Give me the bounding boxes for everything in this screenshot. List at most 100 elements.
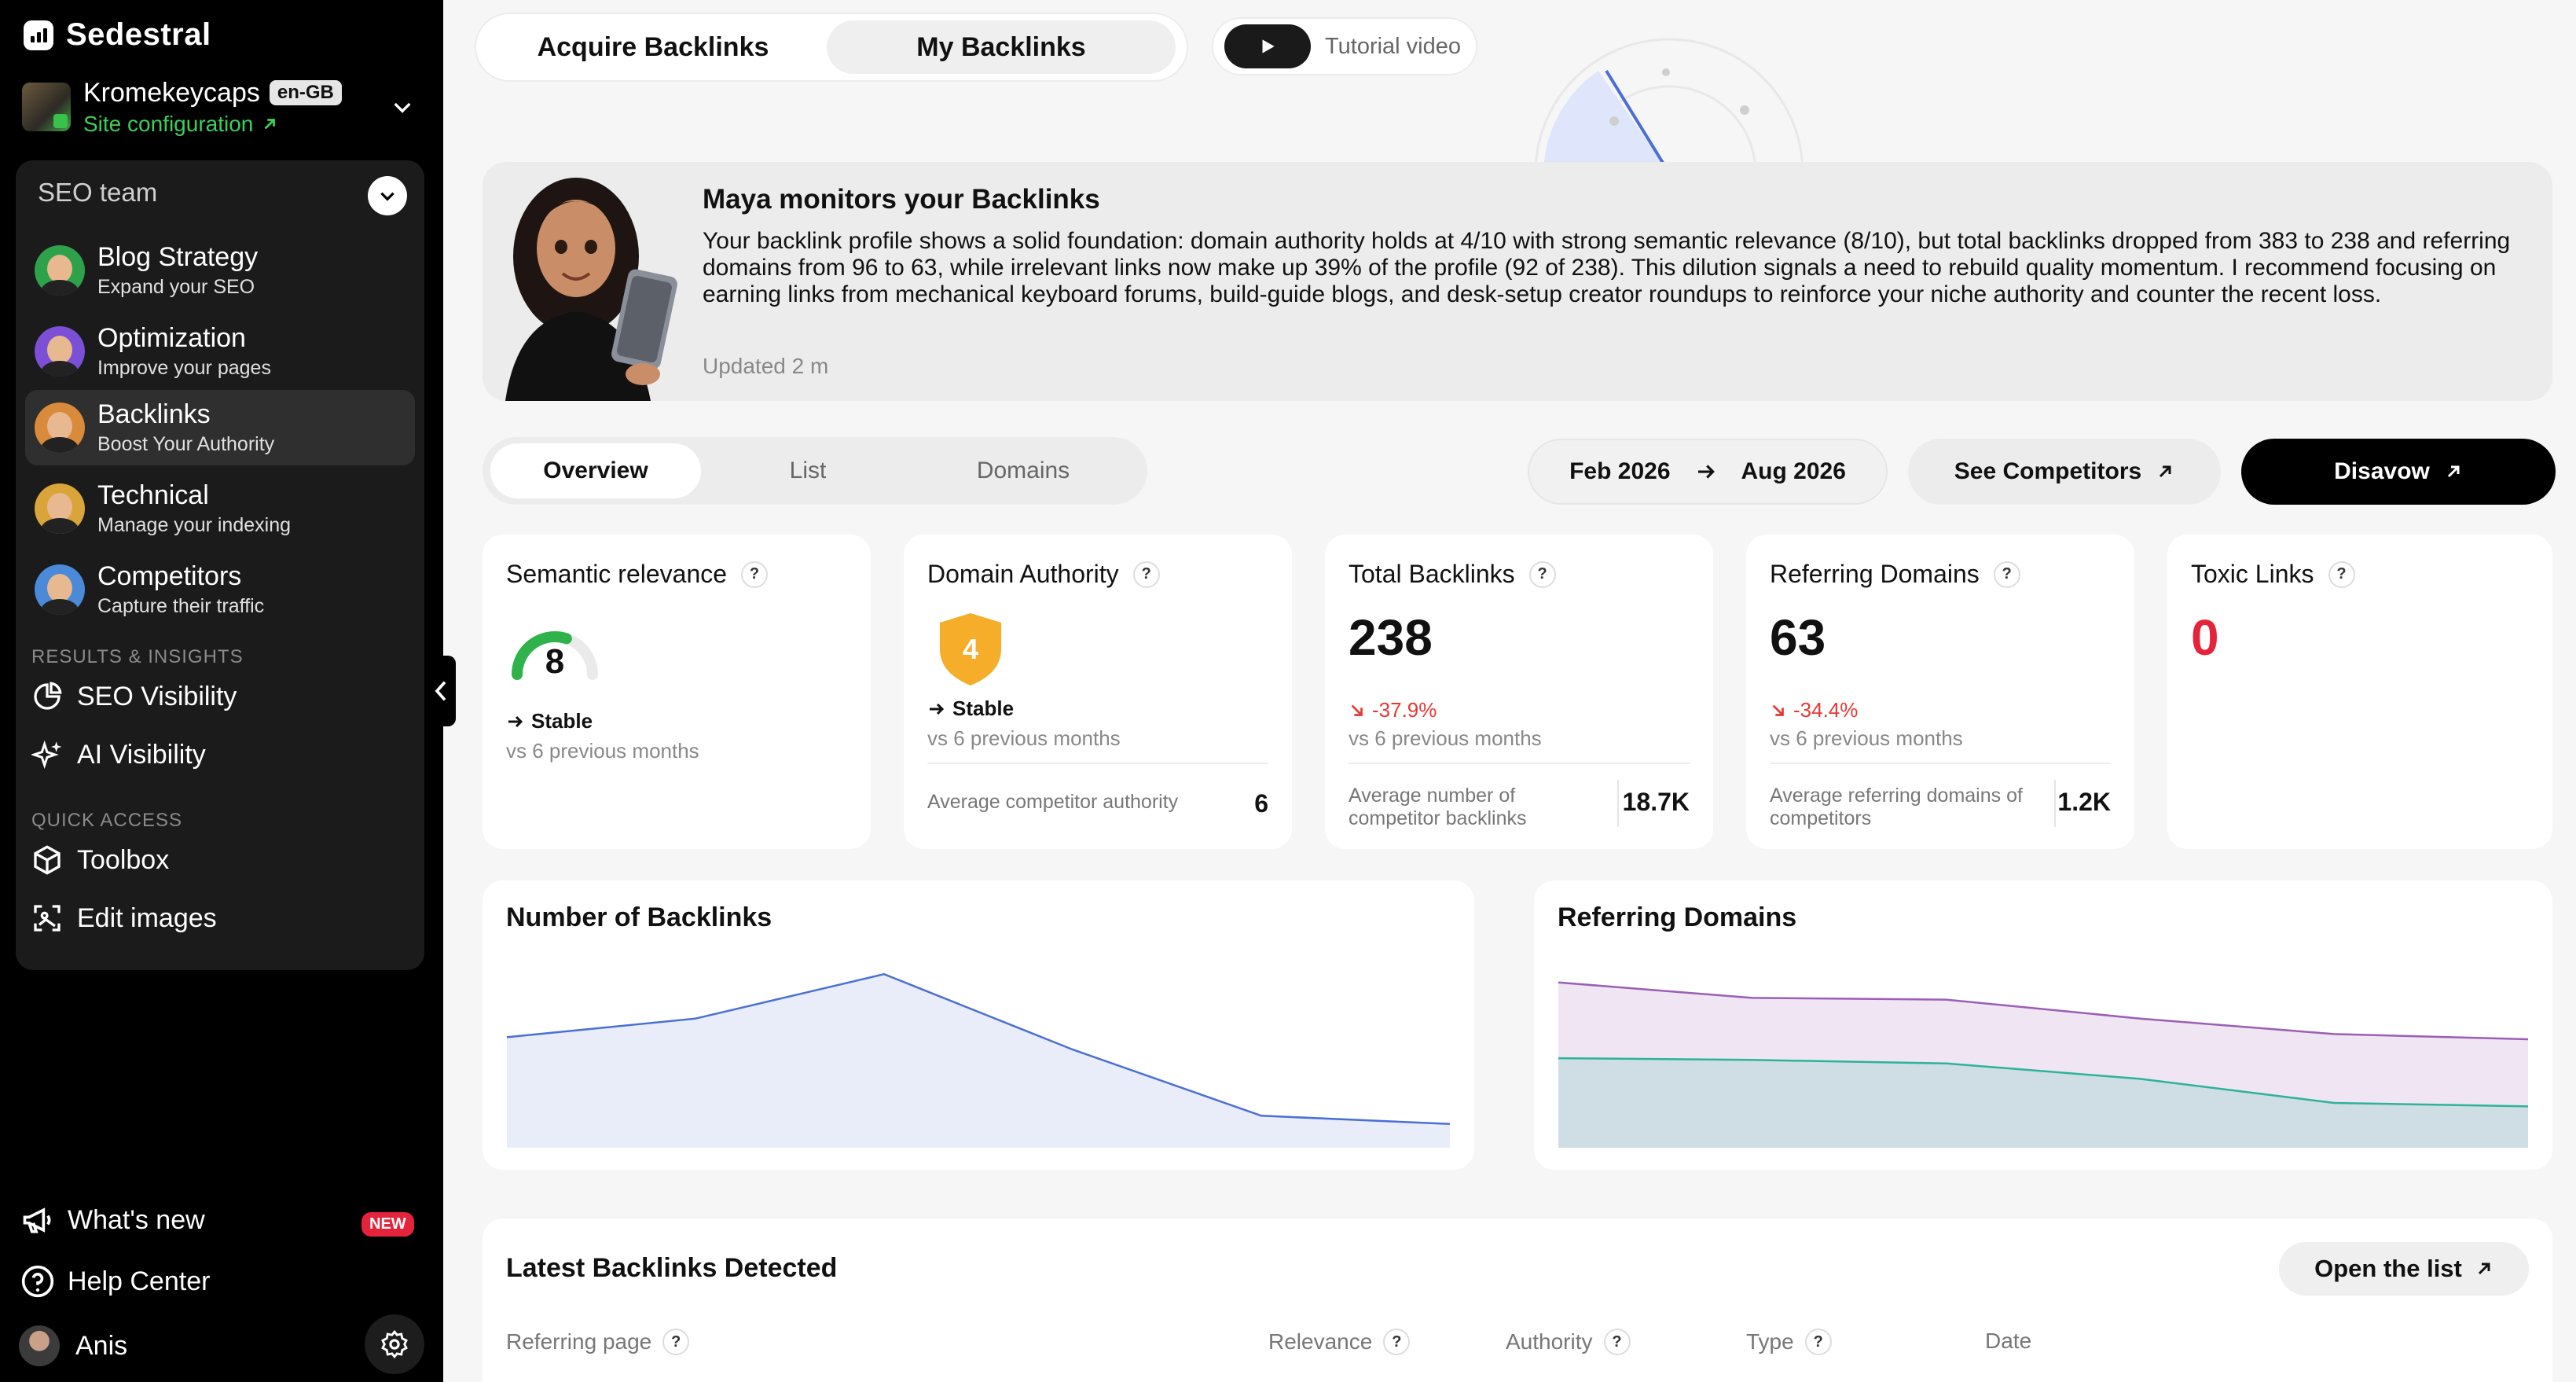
card-referring-domains: Referring Domains? 63 -34.4% vs 6 previo… [1746, 535, 2134, 849]
video-thumbnail [1224, 24, 1311, 68]
agent-avatar [35, 483, 85, 534]
tab-my-backlinks[interactable]: My Backlinks [827, 20, 1176, 74]
view-tabs: Overview List Domains [483, 437, 1147, 505]
backlinks-change: -37.9% [1349, 698, 1437, 722]
agent-backlinks[interactable]: Backlinks Boost Your Authority [25, 390, 415, 465]
help-icon[interactable]: ? [1132, 561, 1160, 588]
chart-number-of-backlinks: Number of Backlinks [483, 880, 1474, 1170]
column-label: Relevance [1268, 1329, 1373, 1354]
nav-edit-images[interactable]: Edit images [31, 902, 217, 934]
avg-label: Average number of competitor backlinks [1349, 785, 1527, 829]
agent-title: Blog Strategy [97, 242, 259, 272]
agent-title: Technical [97, 480, 209, 510]
column-referring-page[interactable]: Referring page? [506, 1329, 690, 1355]
chart-referring-domains: Referring Domains [1534, 880, 2552, 1170]
toxic-value: 0 [2191, 609, 2219, 666]
help-icon[interactable]: ? [1383, 1329, 1411, 1355]
domains-area-chart [1558, 981, 2529, 1148]
box-icon [34, 845, 61, 875]
column-label: Type [1746, 1329, 1794, 1354]
user-name: Anis [75, 1330, 128, 1361]
disavow-label: Disavow [2334, 458, 2430, 484]
brand-name: Sedestral [66, 17, 211, 52]
nav-label: AI Visibility [77, 739, 206, 770]
nav-ai-visibility[interactable]: AI Visibility [31, 739, 206, 770]
image-scan-icon [34, 905, 61, 932]
play-icon [1262, 39, 1275, 53]
arrow-up-right-icon [2447, 465, 2460, 478]
column-type[interactable]: Type? [1746, 1329, 1832, 1355]
agent-blog-strategy[interactable]: Blog Strategy Expand your SEO [25, 233, 415, 308]
avg-value: 1.2K [2057, 788, 2111, 816]
card-divider [927, 763, 1268, 764]
whats-new-link[interactable]: What's new [20, 1203, 205, 1237]
brand[interactable]: Sedestral [24, 17, 211, 53]
chart-title: Number of Backlinks [506, 902, 772, 932]
seo-team-title: SEO team [38, 178, 158, 207]
see-competitors-button[interactable]: See Competitors [1908, 439, 2221, 505]
nav-toolbox[interactable]: Toolbox [31, 844, 169, 876]
date-range-picker[interactable]: Feb 2026 Aug 2026 [1528, 439, 1888, 505]
agent-optimization[interactable]: Optimization Improve your pages [25, 314, 415, 389]
avg-separator [1617, 780, 1619, 827]
locale-badge: en-GB [269, 80, 342, 105]
pie-chart-icon [34, 682, 62, 710]
agent-avatar [35, 564, 85, 615]
tab-acquire-backlinks[interactable]: Acquire Backlinks [484, 20, 822, 74]
agent-subtitle: Capture their traffic [97, 595, 265, 617]
radar-decoration [1534, 38, 1804, 173]
trend-down-icon [1772, 704, 1784, 716]
maya-title: Maya monitors your Backlinks [703, 184, 1100, 215]
site-selector[interactable]: Kromekeycaps en-GB Site configuration [22, 75, 415, 138]
help-icon[interactable]: ? [1528, 561, 1556, 588]
user-avatar [19, 1325, 60, 1366]
help-icon[interactable]: ? [1993, 561, 2020, 588]
agent-title: Competitors [97, 561, 242, 591]
team-collapse-button[interactable] [368, 176, 407, 215]
agent-technical[interactable]: Technical Manage your indexing [25, 471, 415, 546]
tab-domains[interactable]: Domains [918, 443, 1128, 498]
column-label: Authority [1506, 1329, 1593, 1354]
question-circle-icon [21, 1265, 54, 1298]
card-divider [1770, 763, 2111, 764]
agent-subtitle: Improve your pages [97, 357, 271, 379]
card-total-backlinks: Total Backlinks? 238 -37.9% vs 6 previou… [1325, 535, 1713, 849]
card-toxic-links: Toxic Links? 0 [2167, 535, 2552, 849]
card-title: Semantic relevance [506, 560, 728, 588]
tab-list[interactable]: List [703, 443, 913, 498]
maya-avatar [505, 178, 677, 401]
column-date[interactable]: Date [1985, 1329, 2031, 1354]
open-list-button[interactable]: Open the list [2279, 1242, 2529, 1296]
column-authority[interactable]: Authority? [1506, 1329, 1631, 1355]
avg-label: Average competitor authority [927, 791, 1179, 813]
help-icon[interactable]: ? [1804, 1329, 1832, 1355]
relevance-gauge: 8 [512, 631, 598, 681]
disavow-button[interactable]: Disavow [2241, 439, 2556, 505]
date-from: Feb 2026 [1569, 458, 1671, 484]
help-center-link[interactable]: Help Center [20, 1264, 210, 1299]
column-relevance[interactable]: Relevance? [1268, 1329, 1411, 1355]
site-thumbnail [22, 83, 71, 131]
help-icon[interactable]: ? [2328, 561, 2355, 588]
help-icon[interactable]: ? [662, 1329, 690, 1355]
site-configuration-label: Site configuration [83, 111, 254, 136]
trend-period: vs 6 previous months [1770, 726, 1963, 750]
nav-seo-visibility[interactable]: SEO Visibility [31, 681, 237, 712]
trend-period: vs 6 previous months [927, 726, 1121, 750]
help-icon[interactable]: ? [1603, 1329, 1631, 1355]
avg-value: 18.7K [1622, 788, 1690, 816]
card-domain-authority: Domain Authority? 4 Stable vs 6 previous… [904, 535, 1292, 849]
agent-competitors[interactable]: Competitors Capture their traffic [25, 552, 415, 627]
see-competitors-label: See Competitors [1954, 458, 2142, 484]
help-icon[interactable]: ? [741, 561, 769, 588]
chevron-down-icon[interactable] [390, 94, 415, 119]
chevron-down-icon [380, 192, 394, 201]
agent-avatar [35, 402, 85, 453]
settings-button[interactable] [365, 1314, 424, 1374]
trend-label: Stable [952, 697, 1015, 720]
tab-overview[interactable]: Overview [490, 443, 701, 498]
card-title: Total Backlinks [1349, 560, 1515, 588]
user-profile[interactable]: Anis [19, 1325, 127, 1366]
latest-title: Latest Backlinks Detected [506, 1253, 838, 1283]
site-configuration-link[interactable]: Site configuration [83, 112, 342, 137]
